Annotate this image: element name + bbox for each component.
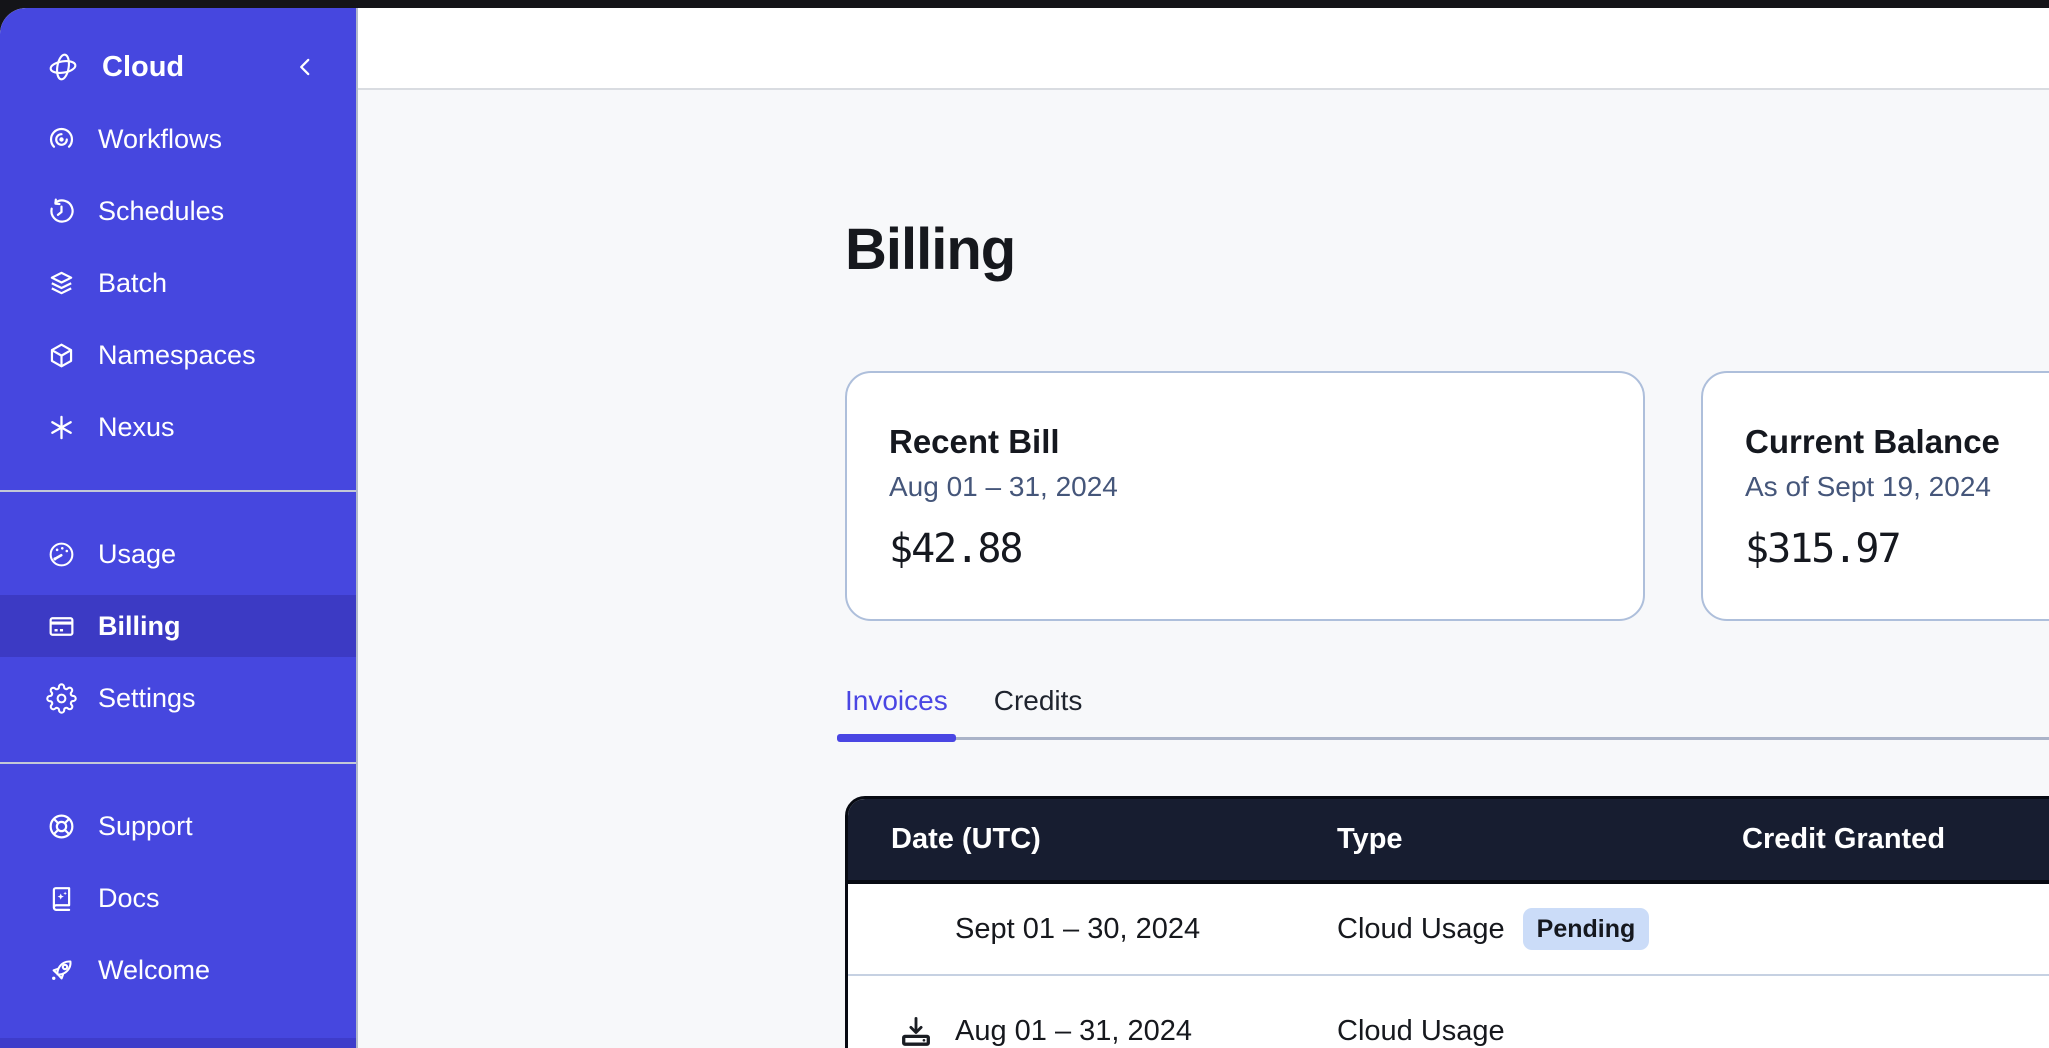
sidebar-item-workflows[interactable]: Workflows [0,103,356,175]
invoice-date: Sept 01 – 30, 2024 [955,913,1200,946]
settings-gear-icon [46,683,77,714]
sidebar-item-label: Schedules [98,196,224,227]
sidebar-item-support[interactable]: Support [0,790,356,862]
sidebar-item-settings[interactable]: Settings [0,662,356,734]
table-row: Aug 01 – 31, 2024 Cloud Usage [848,976,2049,1048]
app-window: Cloud Workflows [0,8,2049,1048]
sidebar-item-namespaces[interactable]: Namespaces [0,319,356,391]
sidebar-item-billing[interactable]: Billing [0,595,356,657]
batch-layers-icon [46,268,77,299]
billing-card-icon [46,611,77,642]
sidebar-divider [0,490,356,492]
invoice-date: Aug 01 – 31, 2024 [955,1015,1192,1048]
card-amount: $315.97 [1745,526,2049,572]
billing-page: Billing Recent Bill Aug 01 – 31, 2024 $4… [358,90,2049,1048]
namespaces-cube-icon [46,340,77,371]
invoice-type-cell: Cloud Usage [1337,1015,1742,1048]
card-subtitle: As of Sept 19, 2024 [1745,470,2049,504]
sidebar: Cloud Workflows [0,8,358,1048]
sidebar-item-schedules[interactable]: Schedules [0,175,356,247]
recent-bill-card: Recent Bill Aug 01 – 31, 2024 $42.88 [845,371,1645,621]
table-header: Date (UTC) Type Credit Granted [848,799,2049,884]
sidebar-item-label: Billing [98,611,181,642]
sidebar-item-label: Nexus [98,412,175,443]
sidebar-bottom-item-partial [0,1038,356,1048]
welcome-rocket-icon [46,955,77,986]
column-header-type: Type [1337,823,1742,856]
current-balance-card: Current Balance As of Sept 19, 2024 $315… [1701,371,2049,621]
invoice-date-cell: Aug 01 – 31, 2024 [848,1012,1337,1048]
card-amount: $42.88 [889,526,1601,572]
sidebar-item-label: Settings [98,683,196,714]
top-bar [358,8,2049,90]
workflows-icon [46,124,77,155]
sidebar-item-label: Welcome [98,955,210,986]
temporal-logo-icon [46,50,80,84]
sidebar-divider [0,762,356,764]
tab-credits[interactable]: Credits [994,684,1083,738]
sidebar-item-label: Namespaces [98,340,256,371]
sidebar-item-batch[interactable]: Batch [0,247,356,319]
usage-gauge-icon [46,539,77,570]
billing-tabs: Invoices Credits [845,684,2049,741]
schedules-icon [46,196,77,227]
sidebar-item-label: Batch [98,268,167,299]
support-lifering-icon [46,811,77,842]
download-icon [898,1012,934,1048]
download-invoice-button[interactable] [898,1012,934,1048]
sidebar-item-label: Usage [98,539,176,570]
invoice-type: Cloud Usage [1337,913,1505,946]
status-badge: Pending [1523,908,1650,950]
docs-book-icon [46,883,77,914]
brand-label: Cloud [102,51,184,84]
column-header-date: Date (UTC) [848,823,1337,856]
tab-invoices[interactable]: Invoices [845,684,948,738]
sidebar-brand[interactable]: Cloud [0,31,356,103]
sidebar-item-docs[interactable]: Docs [0,862,356,934]
card-title: Current Balance [1745,423,2049,461]
invoice-type-cell: Cloud Usage Pending [1337,908,1742,950]
sidebar-item-usage[interactable]: Usage [0,518,356,590]
column-header-credit-granted: Credit Granted [1742,823,2049,856]
sidebar-item-welcome[interactable]: Welcome [0,934,356,1006]
invoice-date-cell: Sept 01 – 30, 2024 [848,910,1337,948]
sidebar-item-nexus[interactable]: Nexus [0,391,356,463]
invoice-type: Cloud Usage [1337,1015,1505,1048]
sidebar-item-label: Workflows [98,124,222,155]
page-title: Billing [845,215,2049,285]
chevron-left-icon [292,54,318,80]
card-title: Recent Bill [889,423,1601,461]
nexus-asterisk-icon [46,412,77,443]
sidebar-item-label: Support [98,811,193,842]
download-placeholder [898,910,934,948]
table-row: Sept 01 – 30, 2024 Cloud Usage Pending [848,884,2049,976]
card-subtitle: Aug 01 – 31, 2024 [889,470,1601,504]
invoice-table: Date (UTC) Type Credit Granted Sept 01 –… [845,796,2049,1048]
collapse-sidebar-button[interactable] [292,54,318,80]
summary-cards: Recent Bill Aug 01 – 31, 2024 $42.88 Cur… [845,371,2049,621]
main-area: Billing Recent Bill Aug 01 – 31, 2024 $4… [358,8,2049,1048]
sidebar-item-label: Docs [98,883,160,914]
